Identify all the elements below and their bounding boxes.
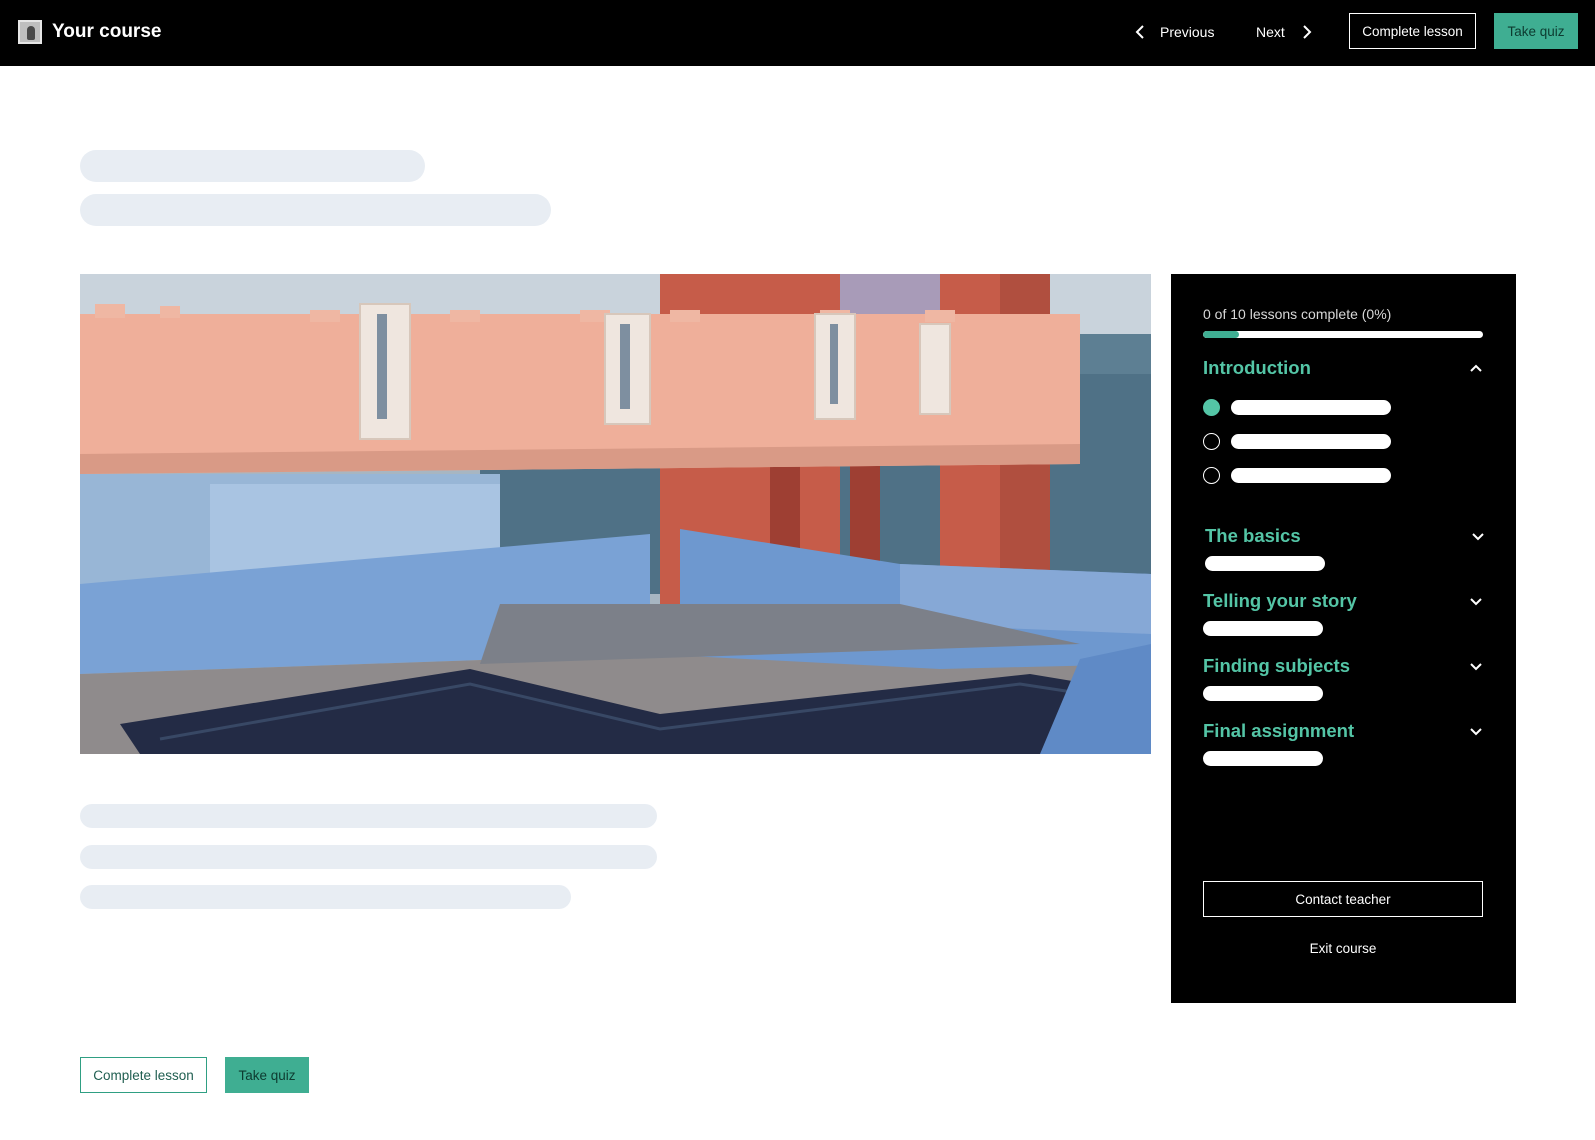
section-title: Telling your story — [1203, 590, 1357, 611]
section-telling-your-story[interactable]: Telling your story — [1203, 589, 1483, 613]
title-skeleton-2 — [80, 194, 551, 226]
body-skeleton-3 — [80, 885, 571, 909]
lesson-incomplete-circle-icon — [1203, 433, 1220, 450]
chevron-up-icon — [1469, 361, 1483, 375]
section-title: Final assignment — [1203, 720, 1355, 741]
lesson-item[interactable] — [1203, 399, 1391, 416]
section-title: Introduction — [1203, 357, 1311, 378]
lesson-incomplete-circle-icon — [1203, 467, 1220, 484]
section-summary-placeholder — [1203, 621, 1323, 636]
course-sidebar: 0 of 10 lessons complete (0%) Introducti… — [1171, 274, 1516, 1003]
course-title: Your course — [52, 21, 162, 42]
section-summary-placeholder — [1205, 556, 1325, 571]
next-label: Next — [1256, 24, 1285, 40]
section-introduction[interactable]: Introduction — [1203, 356, 1483, 380]
progress-bar — [1203, 331, 1483, 338]
take-quiz-button[interactable]: Take quiz — [1494, 13, 1578, 49]
lesson-title-placeholder — [1231, 434, 1391, 449]
section-final-assignment[interactable]: Final assignment — [1203, 719, 1483, 743]
previous-button[interactable]: Previous — [1134, 22, 1214, 42]
chevron-down-icon — [1471, 529, 1485, 543]
section-the-basics[interactable]: The basics — [1205, 524, 1485, 548]
chevron-left-icon — [1134, 22, 1148, 42]
next-button[interactable]: Next — [1256, 22, 1313, 42]
progress-text: 0 of 10 lessons complete (0%) — [1203, 306, 1392, 322]
lesson-current-dot-icon — [1203, 399, 1220, 416]
chevron-down-icon — [1469, 594, 1483, 608]
lesson-item[interactable] — [1203, 467, 1391, 484]
complete-lesson-button-bottom[interactable]: Complete lesson — [80, 1057, 207, 1093]
section-title: Finding subjects — [1203, 655, 1350, 676]
chevron-right-icon — [1299, 22, 1313, 42]
contact-teacher-button[interactable]: Contact teacher — [1203, 881, 1483, 917]
camera-logo-icon — [18, 20, 42, 44]
title-skeleton-1 — [80, 150, 425, 182]
section-summary-placeholder — [1203, 751, 1323, 766]
previous-label: Previous — [1160, 24, 1215, 40]
lesson-item[interactable] — [1203, 433, 1391, 450]
lesson-title-placeholder — [1231, 468, 1391, 483]
hero-image — [80, 274, 1151, 754]
top-bar: Your course Previous Next Complete lesso… — [0, 0, 1595, 66]
section-title: The basics — [1205, 525, 1301, 546]
complete-lesson-button[interactable]: Complete lesson — [1349, 13, 1476, 49]
body-skeleton-1 — [80, 804, 657, 828]
chevron-down-icon — [1469, 659, 1483, 673]
lesson-title-placeholder — [1231, 400, 1391, 415]
progress-bar-fill — [1203, 331, 1240, 338]
body-skeleton-2 — [80, 845, 657, 869]
section-summary-placeholder — [1203, 686, 1323, 701]
exit-course-button[interactable]: Exit course — [1203, 936, 1483, 960]
brand[interactable]: Your course — [18, 20, 161, 44]
chevron-down-icon — [1469, 724, 1483, 738]
take-quiz-button-bottom[interactable]: Take quiz — [225, 1057, 309, 1093]
section-finding-subjects[interactable]: Finding subjects — [1203, 654, 1483, 678]
